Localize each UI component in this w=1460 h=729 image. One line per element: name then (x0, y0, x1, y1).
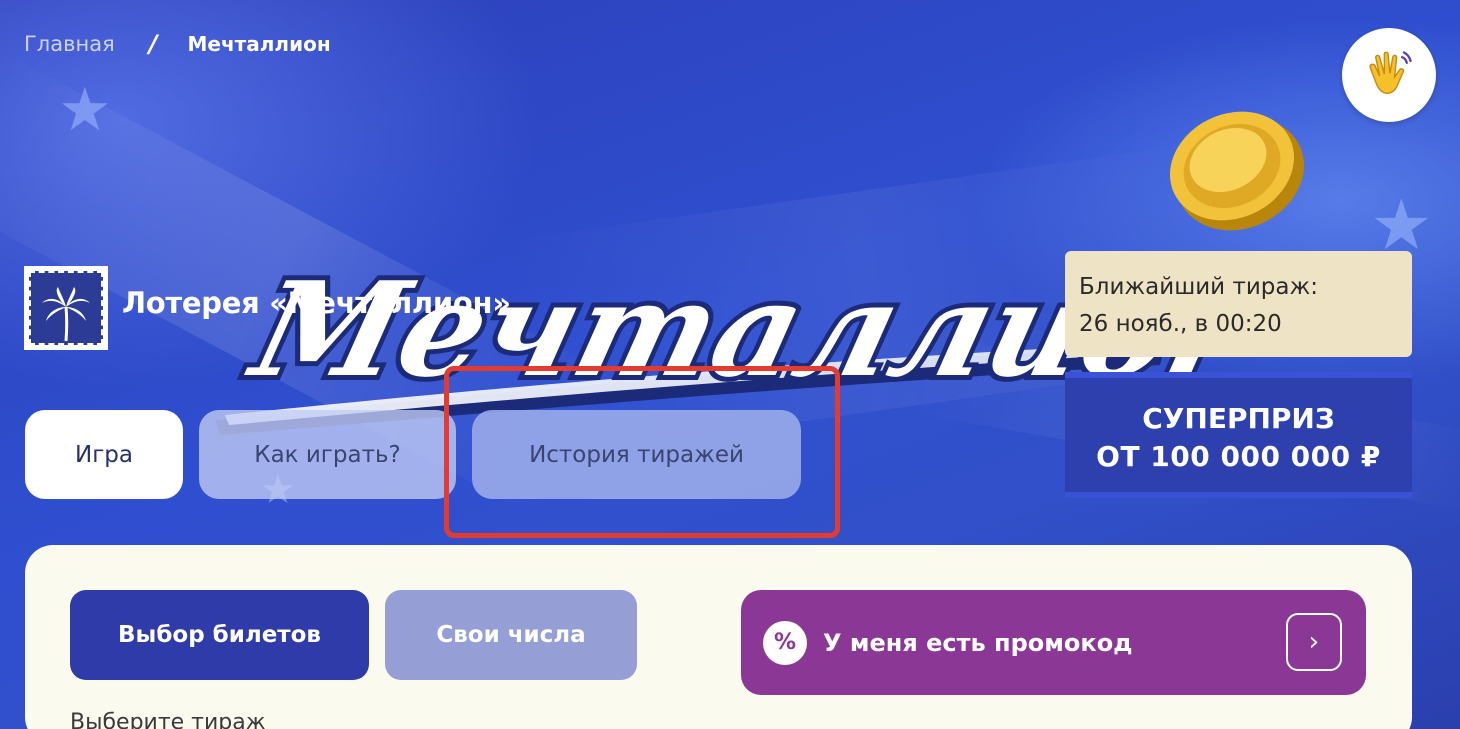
tab-how-to-play[interactable]: Как играть? (199, 410, 456, 499)
next-draw-datetime: 26 нояб., в 00:20 (1079, 311, 1282, 337)
next-draw-card: Ближайший тираж: 26 нояб., в 00:20 (1065, 251, 1412, 357)
next-draw-label: Ближайший тираж: (1079, 274, 1318, 300)
select-draw-label: Выберите тираж (70, 710, 266, 729)
lottery-stamp-logo (24, 266, 108, 350)
superprize-amount: ОТ 100 000 000 ₽ (1096, 440, 1381, 473)
promo-code-label: У меня есть промокод (823, 628, 1133, 657)
choose-tickets-button[interactable]: Выбор билетов (70, 590, 369, 680)
waving-hand-button[interactable] (1342, 28, 1436, 122)
waving-hand-icon (1369, 51, 1412, 94)
lottery-title: Лотерея «Мечталлион» (122, 286, 511, 320)
star-decoration: ★ (1370, 186, 1433, 264)
breadcrumb-home-link[interactable]: Главная (24, 32, 115, 56)
breadcrumb: Главная / Мечталлион (24, 30, 331, 58)
percent-icon: % (763, 620, 807, 665)
promo-code-button[interactable]: % У меня есть промокод › (741, 590, 1366, 695)
tab-draw-history[interactable]: История тиражей (472, 410, 801, 499)
gold-coin-decoration (1169, 111, 1305, 231)
star-decoration: ★ (58, 76, 112, 143)
chevron-right-icon: › (1286, 613, 1342, 671)
superprize-label: СУПЕРПРИЗ (1142, 402, 1335, 435)
superprize-card: СУПЕРПРИЗ ОТ 100 000 000 ₽ (1065, 372, 1412, 498)
breadcrumb-current: Мечталлион (187, 32, 331, 56)
own-numbers-button[interactable]: Свои числа (385, 590, 637, 680)
tab-game[interactable]: Игра (25, 410, 183, 499)
breadcrumb-separator: / (148, 30, 158, 58)
palm-tree-icon (42, 287, 90, 342)
